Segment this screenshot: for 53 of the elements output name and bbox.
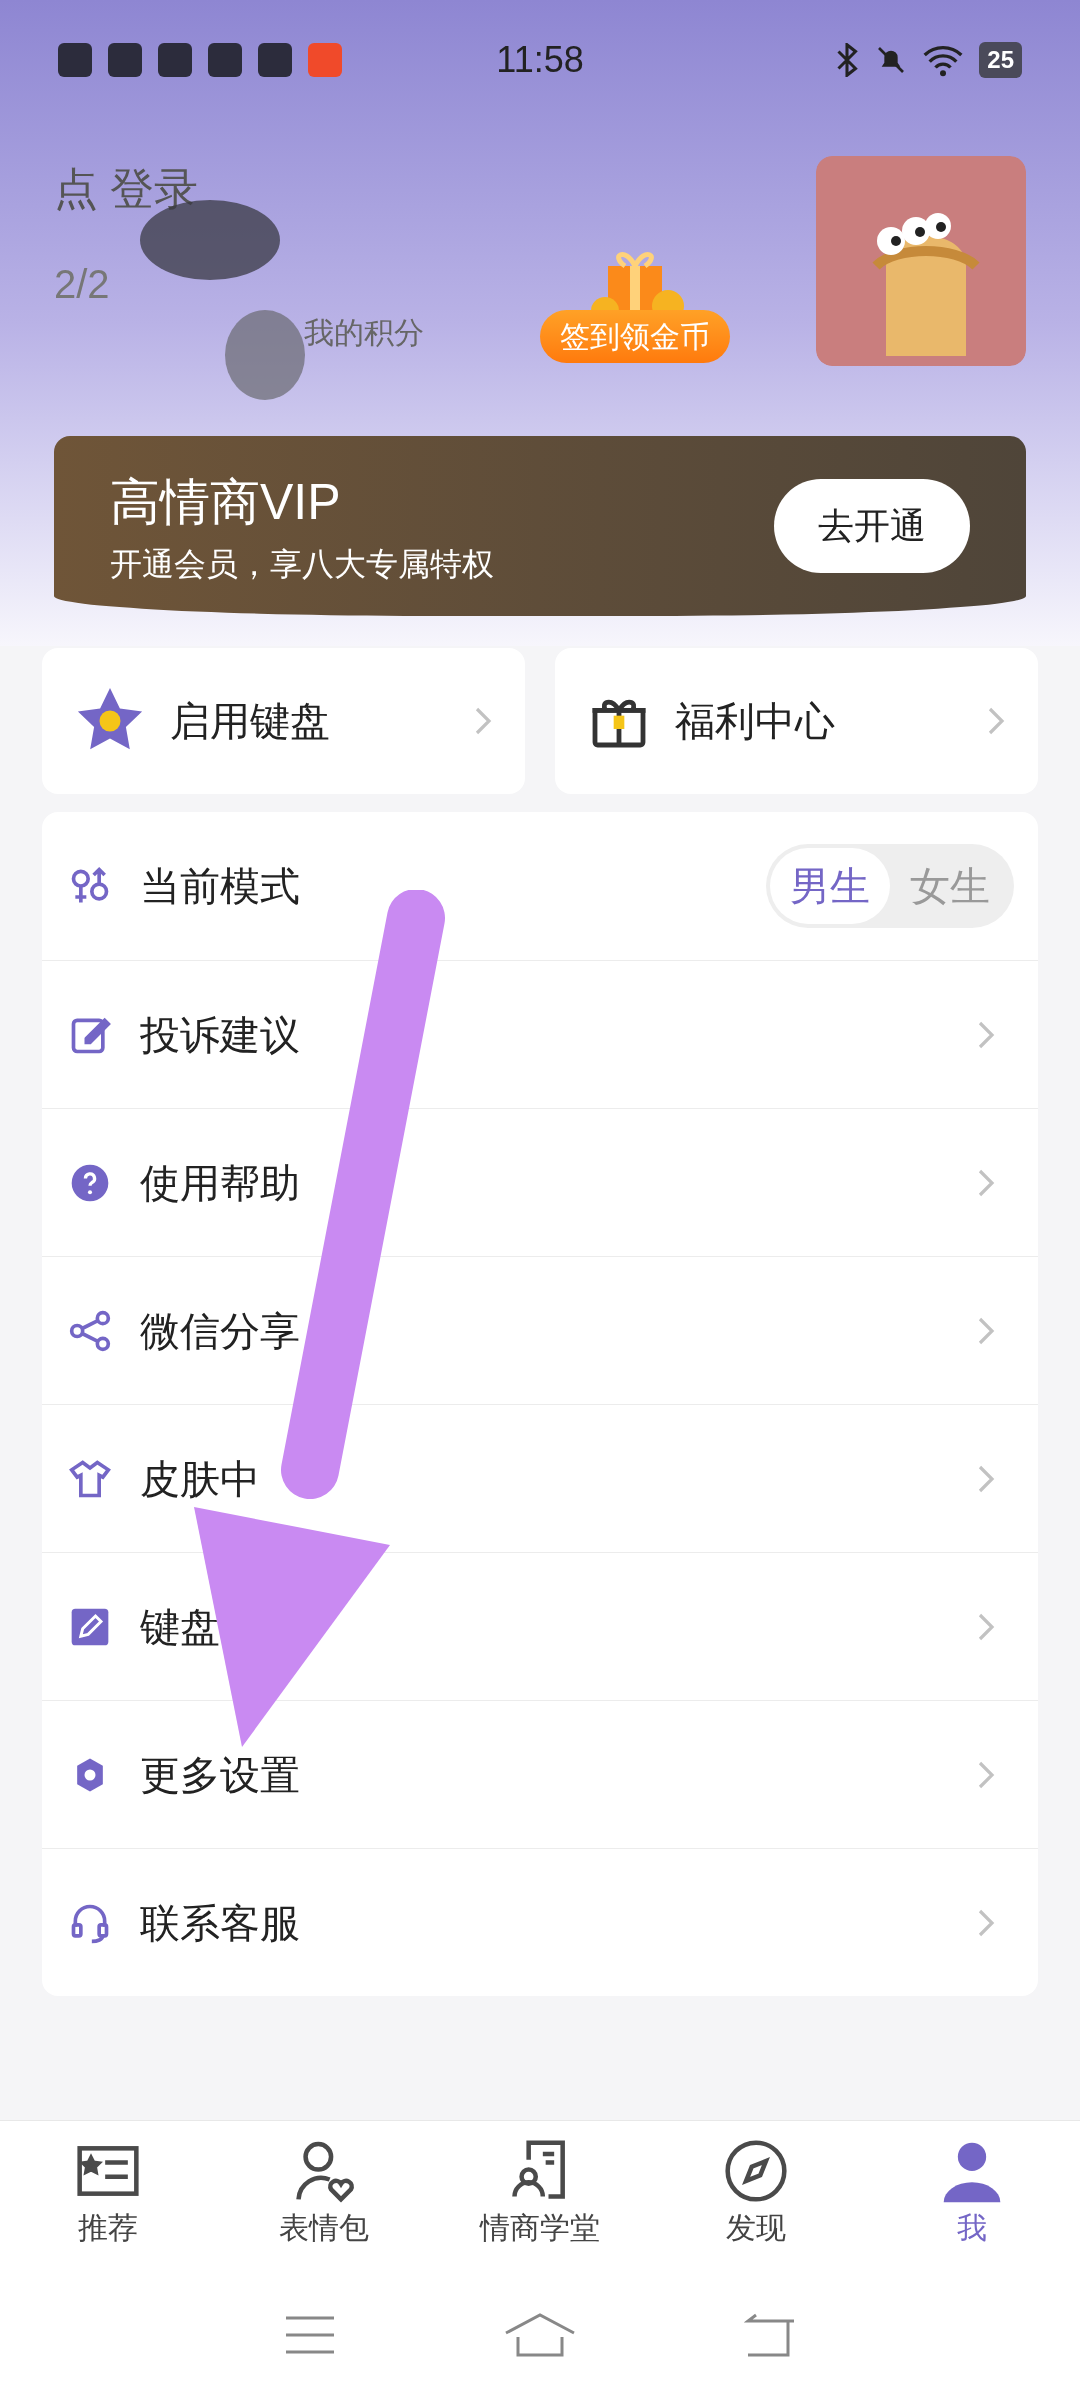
home-icon[interactable] xyxy=(504,2313,576,2357)
shortcut-label: 福利中心 xyxy=(675,698,836,745)
share-icon xyxy=(68,1308,112,1353)
menu-icon[interactable] xyxy=(284,2314,336,2356)
menu-row[interactable]: 当前模式 男生 女生 xyxy=(42,812,1038,960)
stat-value: 2/2 xyxy=(54,261,111,308)
menu-row[interactable]: 微信分享 xyxy=(42,1256,1038,1404)
wifi-icon xyxy=(923,43,964,77)
menu-label: 投诉建议 xyxy=(140,1011,301,1059)
tab-label: 情商学堂 xyxy=(480,2210,600,2246)
tab-label: 推荐 xyxy=(78,2210,138,2246)
menu-label: 联系客服 xyxy=(140,1899,301,1947)
vip-subtitle: 开通会员，享八大专属特权 xyxy=(110,544,495,584)
menu-label: 皮肤中 xyxy=(140,1455,261,1503)
app-notification-icon xyxy=(58,43,92,77)
compass-icon xyxy=(722,2137,790,2205)
mode-option[interactable]: 男生 xyxy=(770,848,890,924)
status-time: 11:58 xyxy=(495,38,585,82)
chevron-right-icon xyxy=(473,705,493,737)
menu-row[interactable]: 投诉建议 xyxy=(42,960,1038,1108)
shortcut-label: 启用键盘 xyxy=(170,698,331,745)
vip-banner[interactable]: 高情商VIP 开通会员，享八大专属特权 去开通 xyxy=(54,436,1026,616)
battery-indicator: 25 xyxy=(979,42,1022,78)
tab-item[interactable]: 推荐 xyxy=(0,2137,216,2270)
mode-toggle[interactable]: 男生 女生 xyxy=(766,844,1014,928)
menu-row[interactable]: 使用帮助 xyxy=(42,1108,1038,1256)
chevron-right-icon xyxy=(986,705,1006,737)
menu-label: 键盘 xyxy=(140,1603,221,1651)
tab-item[interactable]: 表情包 xyxy=(216,2137,432,2270)
points-label: 我的积分 xyxy=(304,315,425,351)
app-notification-icon xyxy=(108,43,142,77)
tab-item[interactable]: 我 xyxy=(864,2137,1080,2270)
app-notification-icon xyxy=(258,43,292,77)
open-vip-button[interactable]: 去开通 xyxy=(774,479,970,573)
bluetooth-icon xyxy=(835,43,860,77)
menu-label: 当前模式 xyxy=(140,863,301,910)
tab-label: 表情包 xyxy=(279,2210,369,2246)
shortcut-card[interactable]: 福利中心 xyxy=(555,648,1038,794)
tab-item[interactable]: 情商学堂 xyxy=(432,2137,648,2270)
vip-title: 高情商VIP xyxy=(110,472,342,532)
menu-label: 使用帮助 xyxy=(140,1159,301,1207)
app-notification-icon xyxy=(208,43,242,77)
tab-label: 我 xyxy=(957,2210,987,2246)
tab-label: 发现 xyxy=(726,2210,786,2246)
tab-item[interactable]: 发现 xyxy=(648,2137,864,2270)
menu-label: 更多设置 xyxy=(140,1751,301,1799)
app-notification-icon xyxy=(308,43,342,77)
login-title: 点 登录 xyxy=(54,163,200,215)
menu-row[interactable]: 联系客服 xyxy=(42,1848,1038,1996)
back-icon[interactable] xyxy=(744,2313,796,2357)
menu-label: 微信分享 xyxy=(140,1307,301,1355)
shortcut-card[interactable]: 启用键盘 xyxy=(42,648,525,794)
app-notification-icon xyxy=(158,43,192,77)
